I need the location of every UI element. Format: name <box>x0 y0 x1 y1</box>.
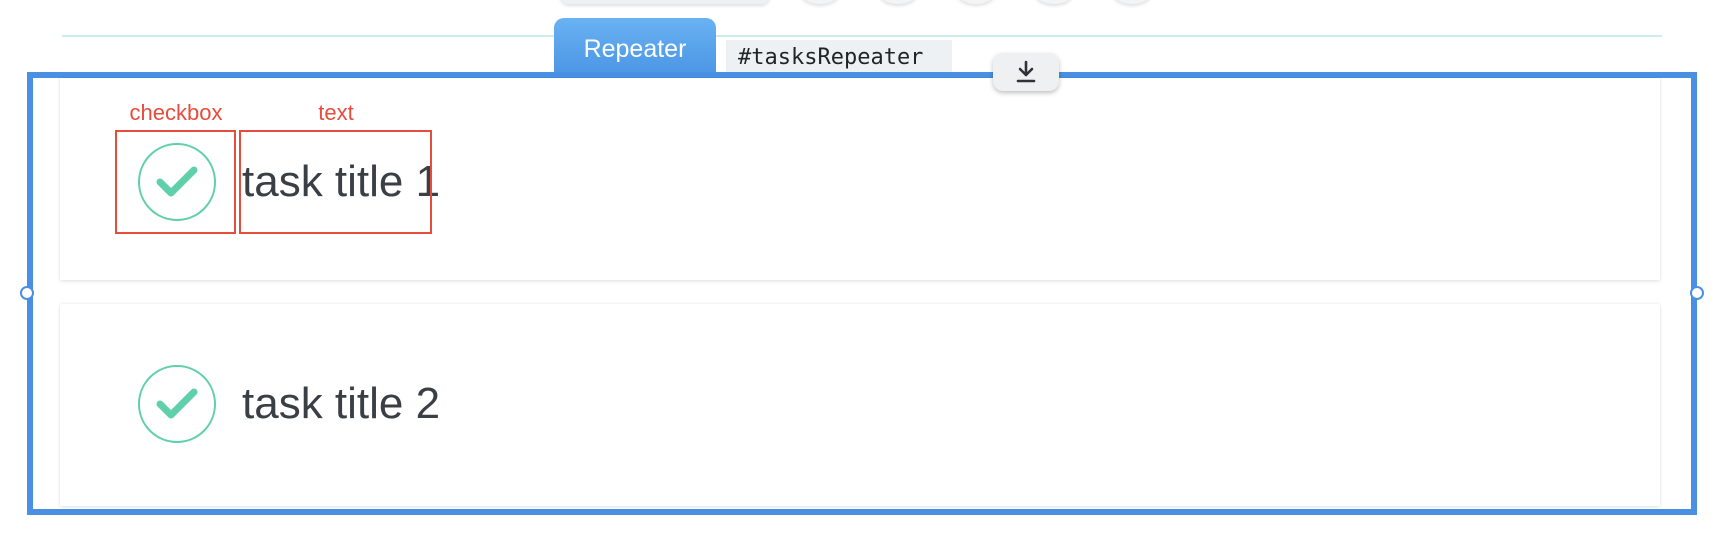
download-button[interactable] <box>993 53 1059 91</box>
toolbar-button-remnant <box>800 0 840 4</box>
annotation-label-text: text <box>318 100 354 125</box>
annotation-label-checkbox: checkbox <box>129 100 223 125</box>
repeater-type-tab[interactable]: Repeater <box>554 18 716 72</box>
task-title: task title 2 <box>242 379 441 428</box>
download-icon <box>1016 60 1036 83</box>
toolbar-button-remnant <box>1034 0 1074 4</box>
task-checkbox[interactable] <box>138 365 216 443</box>
resize-handle-left[interactable] <box>20 286 34 300</box>
annotation-box-text <box>239 130 432 234</box>
alignment-guide-line <box>62 35 1662 37</box>
check-icon <box>156 388 198 419</box>
toolbar-button-remnant <box>956 0 996 4</box>
resize-handle-right[interactable] <box>1690 286 1704 300</box>
toolbar-pill-remnant <box>560 0 770 4</box>
toolbar-button-remnant <box>1112 0 1152 4</box>
toolbar-button-remnant <box>878 0 918 4</box>
annotation-box-checkbox <box>115 130 236 234</box>
repeater-id-tag: #tasksRepeater <box>726 40 952 72</box>
